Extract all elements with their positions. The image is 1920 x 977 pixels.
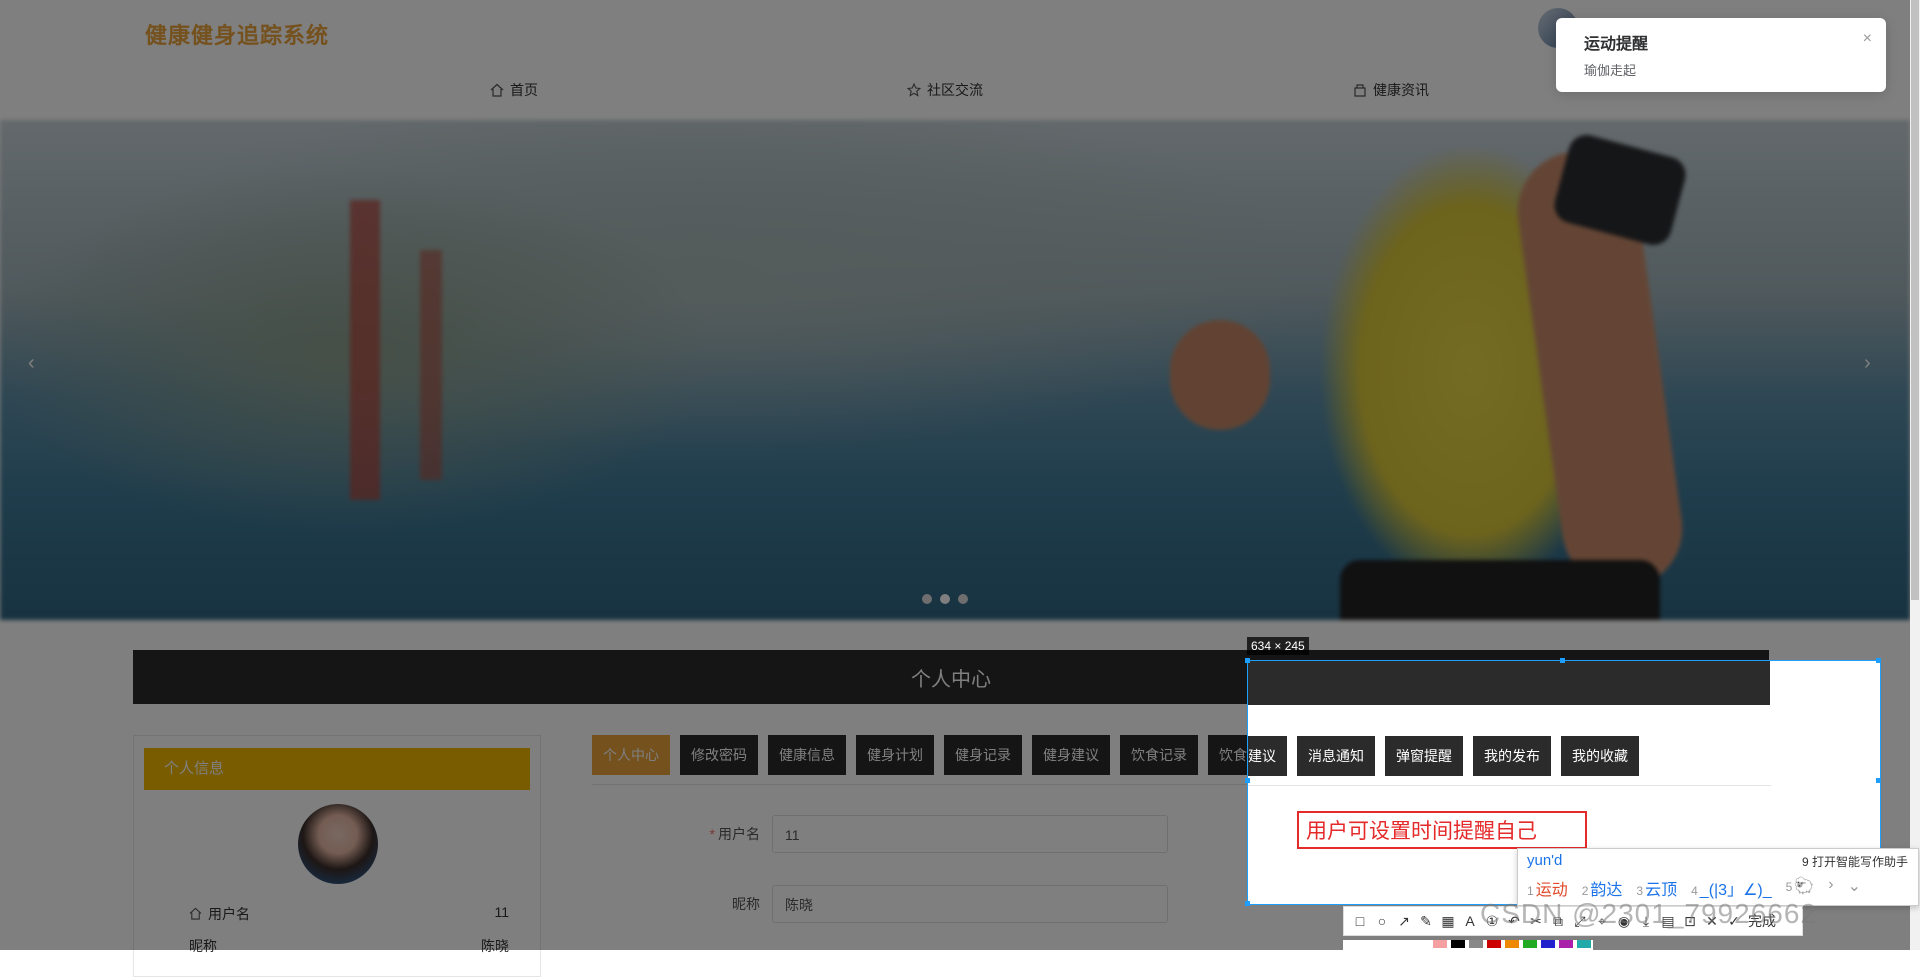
capture-tab-popup-reminder: 弹窗提醒 [1385, 736, 1463, 776]
color-swatch[interactable] [1577, 940, 1591, 948]
capture-tab-my-posts: 我的发布 [1473, 736, 1551, 776]
color-swatch[interactable] [1487, 940, 1501, 948]
capture-tab-my-favorites: 我的收藏 [1561, 736, 1639, 776]
capture-divider [1248, 785, 1771, 786]
resize-handle[interactable] [1560, 658, 1565, 663]
toast-title: 运动提醒 [1584, 36, 1649, 53]
ime-candidate[interactable]: 5 🐑 [1786, 876, 1815, 900]
ellipse-tool-icon[interactable]: ○ [1374, 913, 1390, 929]
capture-tabs: 个人中心 修改密码 健康信息 健身计划 健身记录 健身建议 饮食记录 饮食建议 … [1248, 736, 1639, 776]
resize-handle[interactable] [1876, 778, 1881, 783]
capture-tab: 饮食建议 [1248, 736, 1287, 776]
ime-candidate[interactable]: 3 云顶 [1636, 876, 1677, 900]
color-palette [1343, 940, 1593, 950]
rectangle-tool-icon[interactable]: □ [1352, 913, 1368, 929]
capture-size-label: 634 × 245 [1247, 637, 1309, 655]
color-swatch[interactable] [1505, 940, 1519, 948]
toast-body: 瑜伽走起 [1584, 63, 1637, 78]
ime-candidate[interactable]: 4 _(|3」∠)_ [1691, 876, 1772, 900]
arrow-tool-icon[interactable]: ↗ [1396, 913, 1412, 929]
scrollbar-thumb[interactable] [1911, 0, 1919, 600]
capture-section-title [1248, 661, 1770, 705]
pen-tool-icon[interactable]: ✎ [1418, 913, 1434, 929]
resize-handle[interactable] [1876, 658, 1881, 663]
color-swatch[interactable] [1523, 940, 1537, 948]
resize-handle[interactable] [1245, 778, 1250, 783]
ime-candidates: 1 运动 2 韵达 3 云顶 4 _(|3」∠)_ 5 🐑 › ⌄ [1527, 876, 1861, 900]
watermark: CSDN @2301_79926662 [1480, 898, 1817, 929]
ime-assistant-link[interactable]: 9 打开智能写作助手 [1802, 853, 1908, 870]
color-swatch[interactable] [1469, 940, 1483, 948]
annotation-textbox[interactable]: 用户可设置时间提醒自己 [1297, 811, 1587, 849]
color-swatch[interactable] [1451, 940, 1465, 948]
close-icon[interactable]: × [1863, 30, 1872, 48]
ime-candidate[interactable]: 2 韵达 [1582, 876, 1623, 900]
ime-composition: yun'd [1527, 852, 1563, 869]
color-swatch[interactable] [1541, 940, 1555, 948]
chevron-right-icon[interactable]: › [1828, 876, 1833, 900]
resize-handle[interactable] [1245, 658, 1250, 663]
text-tool-icon[interactable]: A [1462, 913, 1478, 929]
capture-tab-messages: 消息通知 [1297, 736, 1375, 776]
color-swatch[interactable] [1433, 940, 1447, 948]
resize-handle[interactable] [1245, 901, 1250, 906]
color-swatch[interactable] [1559, 940, 1573, 948]
notification-toast: 运动提醒 瑜伽走起 × [1556, 18, 1886, 92]
chevron-down-icon[interactable]: ⌄ [1848, 876, 1861, 900]
ime-candidate[interactable]: 1 运动 [1527, 876, 1568, 900]
mosaic-tool-icon[interactable]: ▦ [1440, 913, 1456, 929]
